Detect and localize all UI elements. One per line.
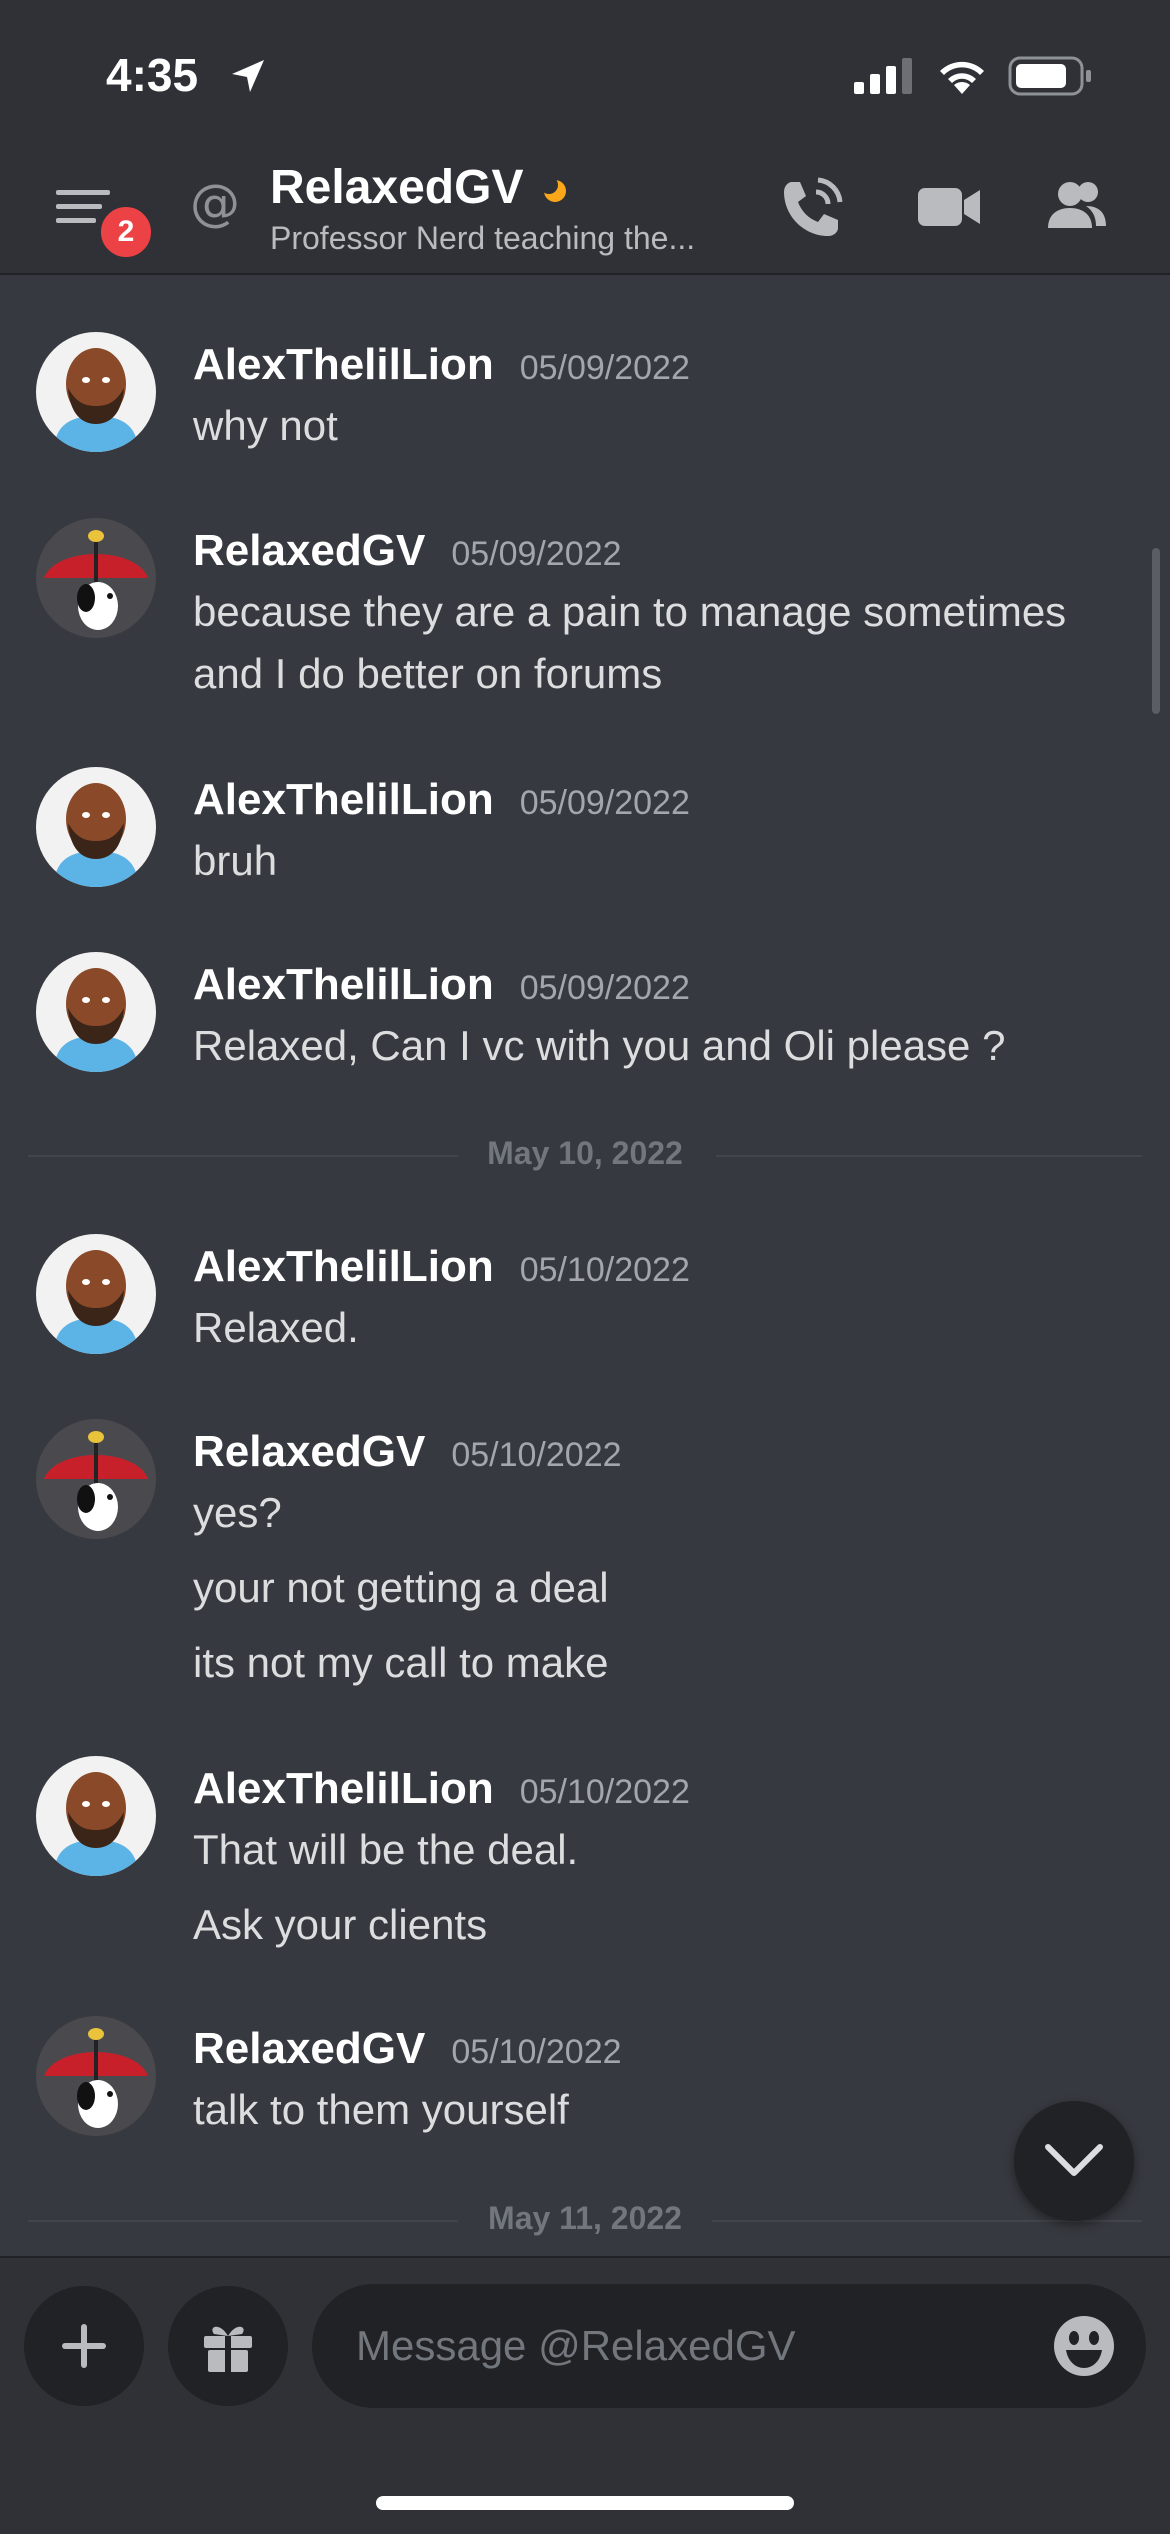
message-timestamp: 05/09/2022 (519, 969, 690, 1007)
message-input[interactable]: Message @RelaxedGV (312, 2284, 1146, 2408)
date-divider-label: May 11, 2022 (488, 2200, 682, 2236)
avatar[interactable] (36, 1419, 156, 1539)
message-author[interactable]: RelaxedGV 05/09/2022 (193, 526, 622, 576)
notification-badge: 2 (96, 202, 156, 262)
message-timestamp: 05/09/2022 (519, 349, 690, 387)
message-text: Relaxed. (193, 1304, 359, 1351)
channel-subtitle: Professor Nerd teaching the... (270, 220, 696, 256)
gift-icon (204, 2326, 252, 2372)
date-divider: May 10, 2022 (28, 1135, 1142, 1175)
voice-call-button[interactable] (778, 172, 858, 242)
message-timestamp: 05/10/2022 (519, 1773, 690, 1811)
message-text: yes? (193, 1489, 282, 1536)
signal-icon (854, 58, 912, 94)
avatar[interactable] (36, 518, 156, 638)
phone-call-icon (784, 177, 843, 236)
video-camera-icon (918, 188, 980, 226)
message-text: why not (193, 402, 338, 449)
message-text: because they are a pain to manage someti… (193, 588, 1067, 635)
gift-button[interactable] (168, 2286, 288, 2406)
message-text: That will be the deal. (193, 1826, 579, 1873)
message-text: Relaxed, Can I vc with you and Oli pleas… (193, 1022, 1006, 1069)
wifi-icon (940, 61, 984, 94)
composer-bar: Message @RelaxedGV (0, 2256, 1170, 2534)
video-call-button[interactable] (914, 172, 994, 242)
chevron-down-icon (1045, 2144, 1103, 2176)
message-text: and I do better on forums (193, 650, 663, 697)
members-icon (1048, 182, 1106, 228)
date-divider: May 11, 2022 (28, 2200, 1142, 2240)
message-author[interactable]: AlexThelilLion 05/09/2022 (193, 960, 690, 1010)
avatar[interactable] (36, 2016, 156, 2136)
message-text: your not getting a deal (193, 1564, 609, 1611)
date-divider-label: May 10, 2022 (487, 1135, 683, 1171)
channel-title[interactable]: RelaxedGV (270, 160, 523, 215)
avatar[interactable] (36, 332, 156, 452)
message-text: Ask your clients (193, 1901, 488, 1948)
attach-button[interactable] (24, 2286, 144, 2406)
message-author[interactable]: AlexThelilLion 05/10/2022 (193, 1764, 690, 1814)
avatar[interactable] (36, 952, 156, 1072)
top-bar: 4:35 2 @ RelaxedGV Professor Nerd teachi… (0, 0, 1170, 275)
message-timestamp: 05/10/2022 (519, 1251, 690, 1289)
message-timestamp: 05/09/2022 (519, 784, 690, 822)
message-text: its not my call to make (193, 1639, 609, 1686)
message-author[interactable]: AlexThelilLion 05/09/2022 (193, 340, 690, 390)
message-author[interactable]: RelaxedGV 05/10/2022 (193, 2024, 622, 2074)
message-timestamp: 05/10/2022 (451, 2033, 622, 2071)
message-author[interactable]: RelaxedGV 05/10/2022 (193, 1427, 622, 1477)
message-author[interactable]: AlexThelilLion 05/10/2022 (193, 1242, 690, 1292)
at-icon: @ (190, 174, 240, 232)
emoji-icon[interactable] (1050, 2312, 1118, 2380)
message-author[interactable]: AlexThelilLion 05/09/2022 (193, 775, 690, 825)
avatar[interactable] (36, 1756, 156, 1876)
jump-to-present-button[interactable] (1014, 2101, 1134, 2221)
home-indicator[interactable] (376, 2496, 794, 2510)
location-arrow-icon (232, 60, 264, 92)
message-timestamp: 05/10/2022 (451, 1436, 622, 1474)
members-button[interactable] (1042, 172, 1122, 242)
menu-button[interactable]: 2 (50, 176, 156, 262)
message-text: bruh (193, 837, 278, 884)
battery-icon (1008, 56, 1091, 96)
message-timestamp: 05/09/2022 (451, 535, 622, 573)
idle-moon-icon (542, 178, 566, 202)
scrollbar[interactable] (1152, 548, 1160, 714)
avatar[interactable] (36, 1234, 156, 1354)
message-text: talk to them yourself (193, 2086, 569, 2133)
plus-icon (62, 2324, 106, 2368)
avatar[interactable] (36, 767, 156, 887)
status-time: 4:35 (106, 49, 199, 101)
